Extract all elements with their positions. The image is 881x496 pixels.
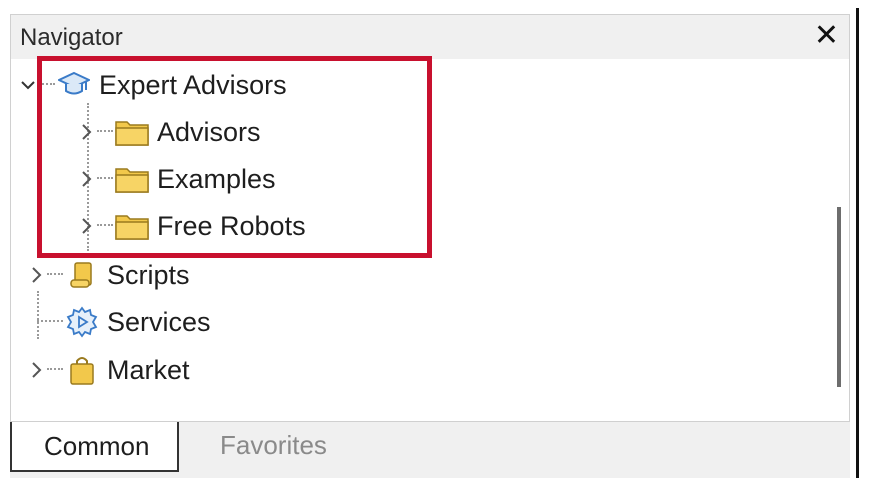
navigator-panel: Navigator ✕ Expert Advisors Advisors Exa… [10, 14, 850, 422]
panel-titlebar: Navigator ✕ [11, 15, 849, 59]
chevron-down-icon[interactable] [17, 63, 39, 107]
tree-item-advisors[interactable]: Advisors [75, 110, 261, 154]
tree-item-services[interactable]: Services [25, 300, 211, 344]
folder-icon [115, 115, 149, 149]
tree-item-scripts[interactable]: Scripts [25, 253, 190, 297]
tree-item-label: Advisors [157, 116, 261, 147]
scroll-icon [65, 258, 99, 292]
tree-dots [97, 224, 113, 228]
chevron-right-icon[interactable] [75, 157, 97, 201]
vertical-scrollbar[interactable] [829, 59, 849, 421]
tree-dots [97, 177, 113, 181]
chevron-right-icon[interactable] [75, 110, 97, 154]
tree-dots [37, 320, 63, 324]
folder-icon [115, 162, 149, 196]
panel-title: Navigator [20, 24, 123, 51]
tree-item-expert-advisors[interactable]: Expert Advisors [17, 63, 287, 107]
tree-dots [39, 83, 55, 87]
tree-item-label: Services [107, 306, 211, 337]
tree-item-market[interactable]: Market [25, 348, 190, 392]
chevron-right-icon[interactable] [75, 204, 97, 248]
tab-favorites[interactable]: Favorites [192, 422, 355, 468]
gear-play-icon [65, 305, 99, 339]
tree-item-free-robots[interactable]: Free Robots [75, 204, 306, 248]
navigator-tree: Expert Advisors Advisors Examples Free R… [11, 59, 829, 421]
navigator-tabs: Common Favorites [10, 422, 850, 478]
scrollbar-thumb[interactable] [837, 207, 841, 387]
graduation-cap-icon [57, 68, 91, 102]
tree-item-label: Expert Advisors [99, 69, 287, 100]
shopping-bag-icon [65, 353, 99, 387]
tree-dots [47, 368, 63, 372]
folder-icon [115, 209, 149, 243]
tree-item-label: Scripts [107, 259, 190, 290]
tree-dots [97, 130, 113, 134]
window-edge [856, 8, 859, 478]
chevron-right-icon[interactable] [25, 348, 47, 392]
tree-dots [47, 273, 63, 277]
chevron-right-icon[interactable] [25, 253, 47, 297]
tree-item-label: Free Robots [157, 210, 306, 241]
tab-common[interactable]: Common [10, 422, 180, 472]
tree-item-label: Market [107, 354, 190, 385]
tree-item-label: Examples [157, 163, 276, 194]
close-icon[interactable]: ✕ [814, 18, 839, 54]
tree-item-examples[interactable]: Examples [75, 157, 276, 201]
